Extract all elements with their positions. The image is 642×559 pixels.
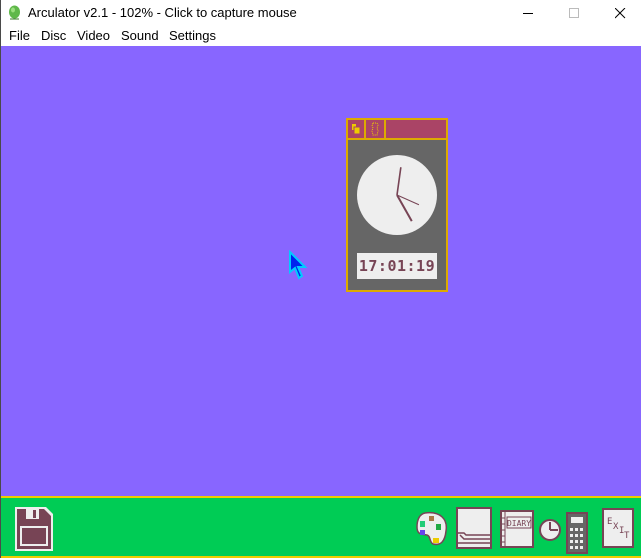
menu-sound[interactable]: Sound [121,28,159,43]
clock-window-titlebar[interactable] [348,120,446,140]
calculator-icon[interactable] [566,512,588,554]
iconbar: DIARY E X I T [1,496,641,558]
svg-text:E: E [607,517,612,527]
menu-file[interactable]: File [9,28,30,43]
minimize-button[interactable] [505,0,551,26]
palette-icon[interactable] [415,511,449,547]
riscos-desktop[interactable] [1,46,641,496]
title-bar[interactable]: Arculator v2.1 - 102% - Click to capture… [1,0,642,26]
exit-icon[interactable]: E X I T [602,508,634,548]
menu-disc[interactable]: Disc [41,28,66,43]
close-button[interactable] [597,0,642,26]
floppy-disc-icon[interactable] [14,506,54,552]
clock-window[interactable]: 17:01:19 [346,118,448,292]
minimize-icon [522,12,533,14]
digital-time-display: 17:01:19 [357,253,437,279]
toggle-size-icon [371,122,379,136]
window-title: Arculator v2.1 - 102% - Click to capture… [28,5,297,20]
diary-icon[interactable]: DIARY [500,510,534,548]
edit-icon[interactable] [456,507,492,549]
toggle-size-button[interactable] [366,120,386,138]
close-icon [614,7,625,18]
back-icon [352,124,361,135]
back-button[interactable] [348,120,366,138]
menu-settings[interactable]: Settings [169,28,216,43]
arculator-logo-icon [9,5,20,20]
menu-video[interactable]: Video [77,28,110,43]
alarm-clock-icon[interactable] [538,518,562,542]
mouse-pointer-icon [289,250,308,280]
menu-bar: File Disc Video Sound Settings [1,26,642,46]
diary-label: DIARY [507,519,531,528]
maximize-icon [568,7,579,18]
maximize-button[interactable] [551,0,597,26]
svg-text:T: T [624,531,630,541]
analog-clock-face [357,155,437,235]
